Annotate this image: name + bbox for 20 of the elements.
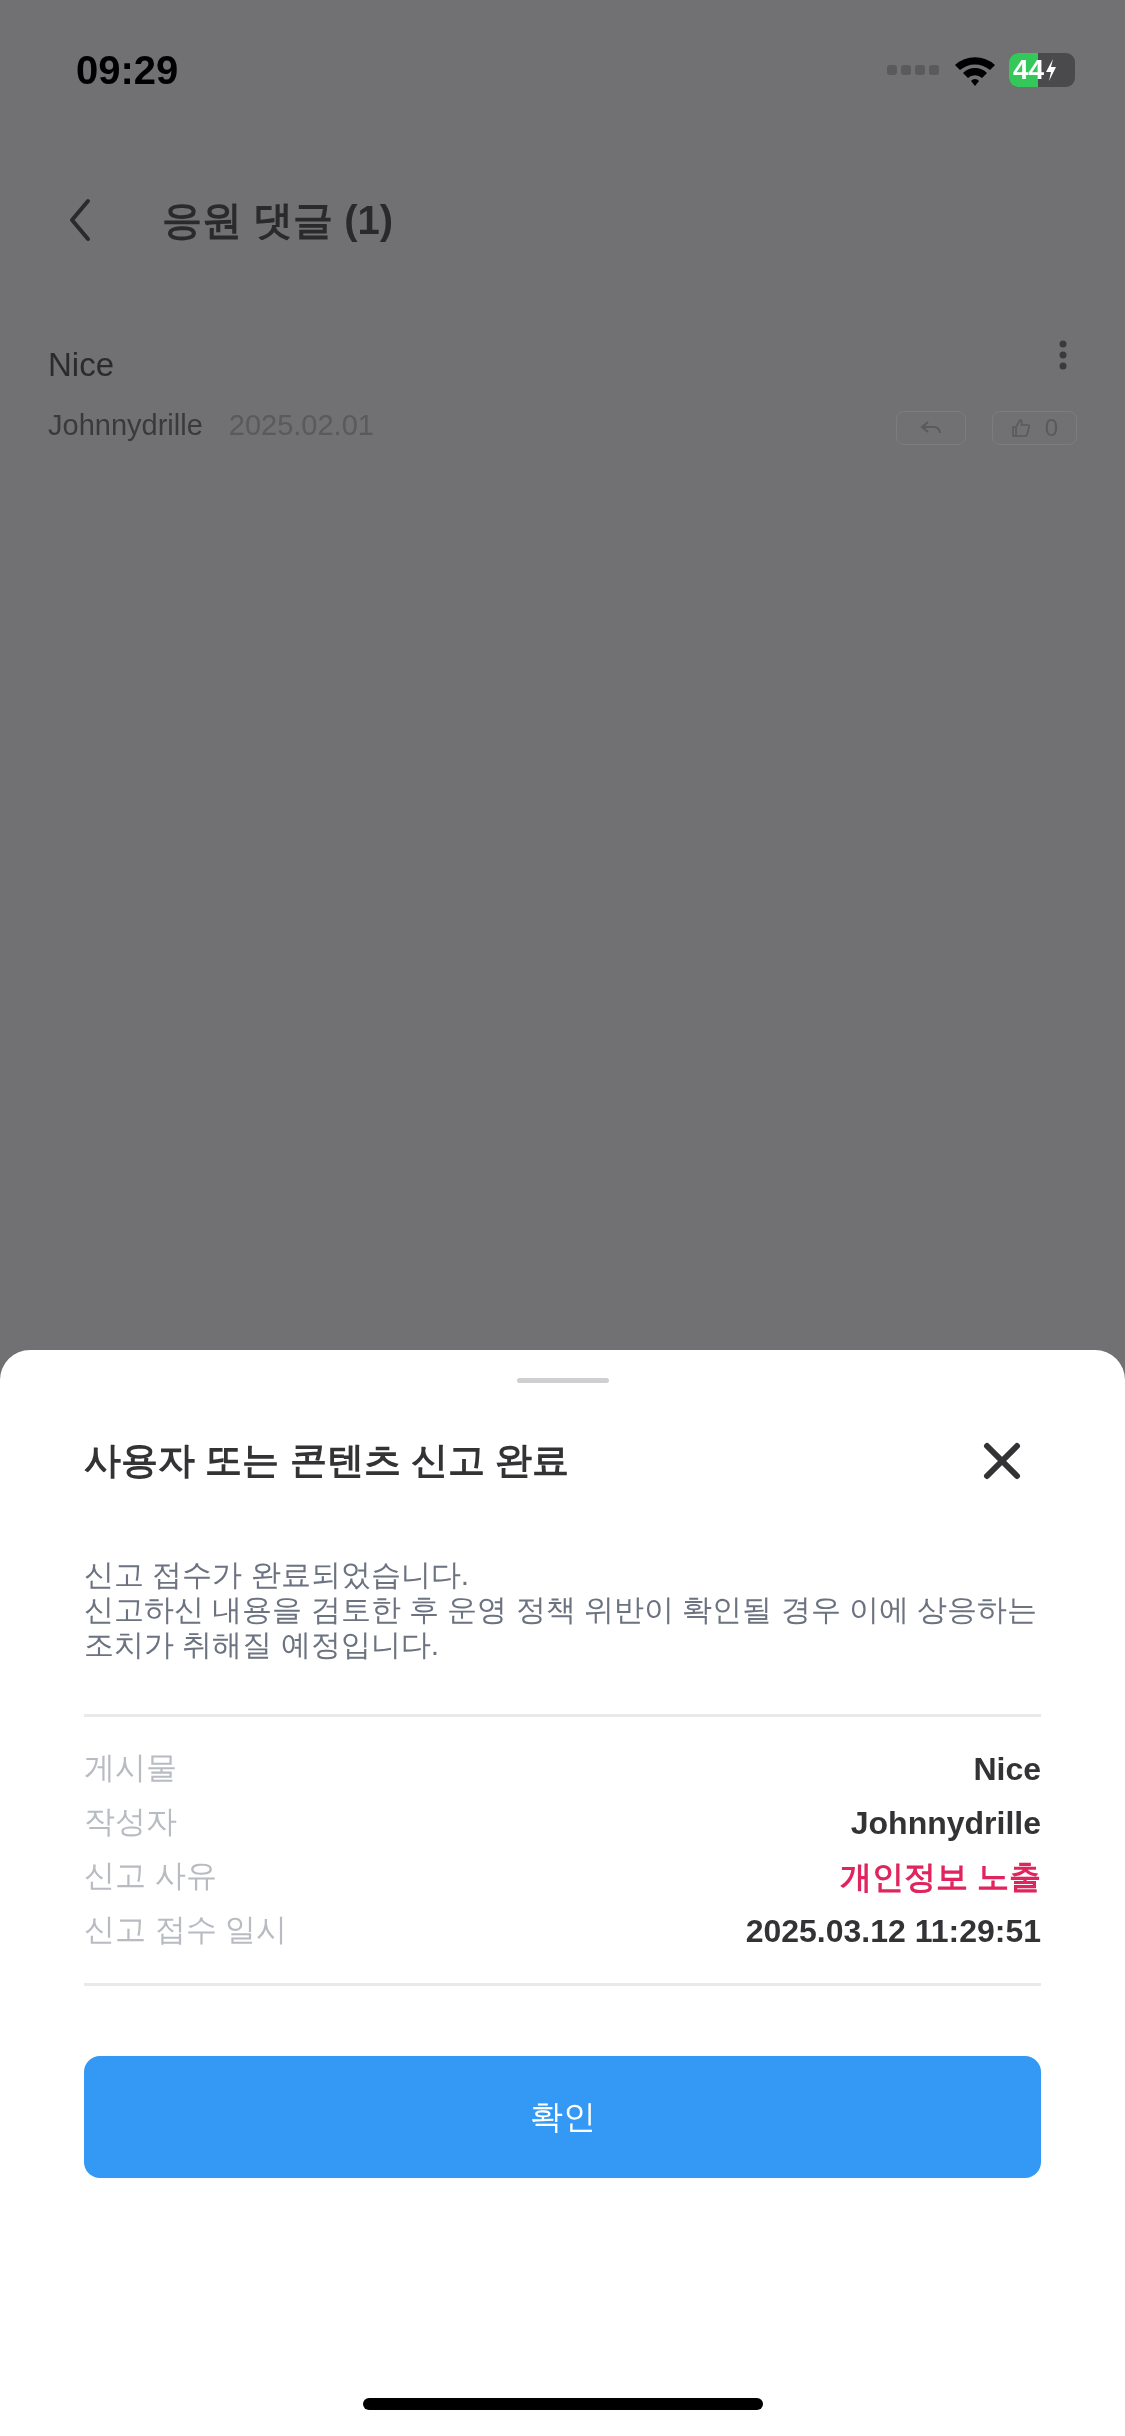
confirm-button[interactable]: 확인 [84, 2055, 1041, 2178]
detail-label: 신고 접수 일시 [84, 1911, 288, 1950]
comment-author: Johnnydrille [48, 407, 203, 443]
detail-value: 개인정보 노출 [840, 1857, 1041, 1897]
detail-value: Johnnydrille [850, 1803, 1041, 1843]
drag-handle[interactable] [516, 1378, 609, 1383]
comment-text: Nice [48, 345, 116, 385]
reply-button[interactable] [895, 411, 966, 445]
back-icon[interactable] [68, 198, 92, 242]
close-icon[interactable] [983, 1441, 1021, 1480]
page-title: 응원 댓글 (1) [162, 197, 394, 244]
more-icon[interactable] [1059, 340, 1067, 370]
detail-label: 게시물 [84, 1749, 177, 1788]
detail-label: 작성자 [84, 1803, 177, 1842]
detail-value: Nice [973, 1749, 1041, 1789]
sheet-title: 사용자 또는 콘텐츠 신고 완료 [84, 1439, 570, 1483]
status-time: 09:29 [76, 47, 179, 94]
detail-value: 2025.03.12 11:29:51 [745, 1911, 1041, 1951]
detail-label: 신고 사유 [84, 1857, 217, 1896]
sheet-message: 신고 접수가 완료되었습니다. 신고하신 내용을 검토한 후 운영 정책 위반이 확인될 경우 이에 상응하는 조치가 취해질 예정입니다. [84, 1556, 1039, 1662]
